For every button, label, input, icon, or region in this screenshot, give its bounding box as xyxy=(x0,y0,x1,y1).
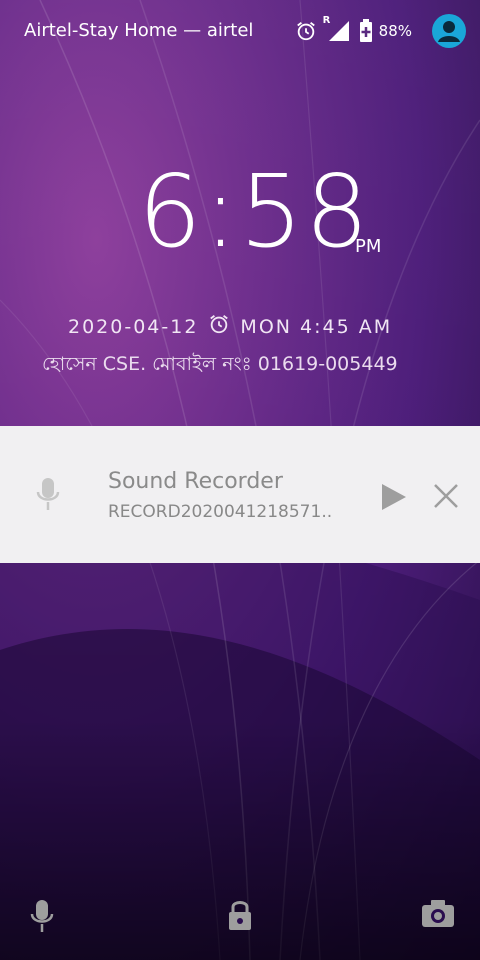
next-alarm-icon xyxy=(208,313,230,340)
date-alarm-line: 2020-04-12 MON 4:45 AM xyxy=(68,313,428,340)
date-text: 2020-04-12 xyxy=(68,315,199,338)
owner-info: হোসেন CSE. মোবাইল নংঃ 01619-005449 xyxy=(42,353,398,375)
mic-icon xyxy=(36,476,60,518)
status-bar: Airtel-Stay Home — airtel R 88% xyxy=(0,0,480,64)
close-icon[interactable] xyxy=(432,482,460,514)
voice-assist-icon[interactable] xyxy=(30,898,54,938)
clock-time: 6:58 xyxy=(138,153,371,270)
lock-icon[interactable] xyxy=(226,898,254,938)
roaming-indicator: R xyxy=(322,15,331,26)
alarm-icon xyxy=(295,20,317,42)
signal-icon: R xyxy=(323,15,351,43)
notification-title: Sound Recorder xyxy=(108,469,283,494)
camera-icon[interactable] xyxy=(420,898,456,934)
battery-percentage: 88% xyxy=(378,22,412,40)
play-icon[interactable] xyxy=(378,482,408,516)
status-icons: R 88% xyxy=(295,14,466,48)
carrier-name: Airtel-Stay Home — airtel xyxy=(24,20,254,41)
next-alarm-text: MON 4:45 AM xyxy=(240,315,393,338)
clock-ampm: PM xyxy=(355,236,382,257)
notification-subtitle: RECORD2020041218571.. xyxy=(108,502,333,522)
notification-card[interactable] xyxy=(0,426,480,563)
battery-charging-icon xyxy=(359,19,373,43)
user-avatar-icon[interactable] xyxy=(432,14,466,48)
